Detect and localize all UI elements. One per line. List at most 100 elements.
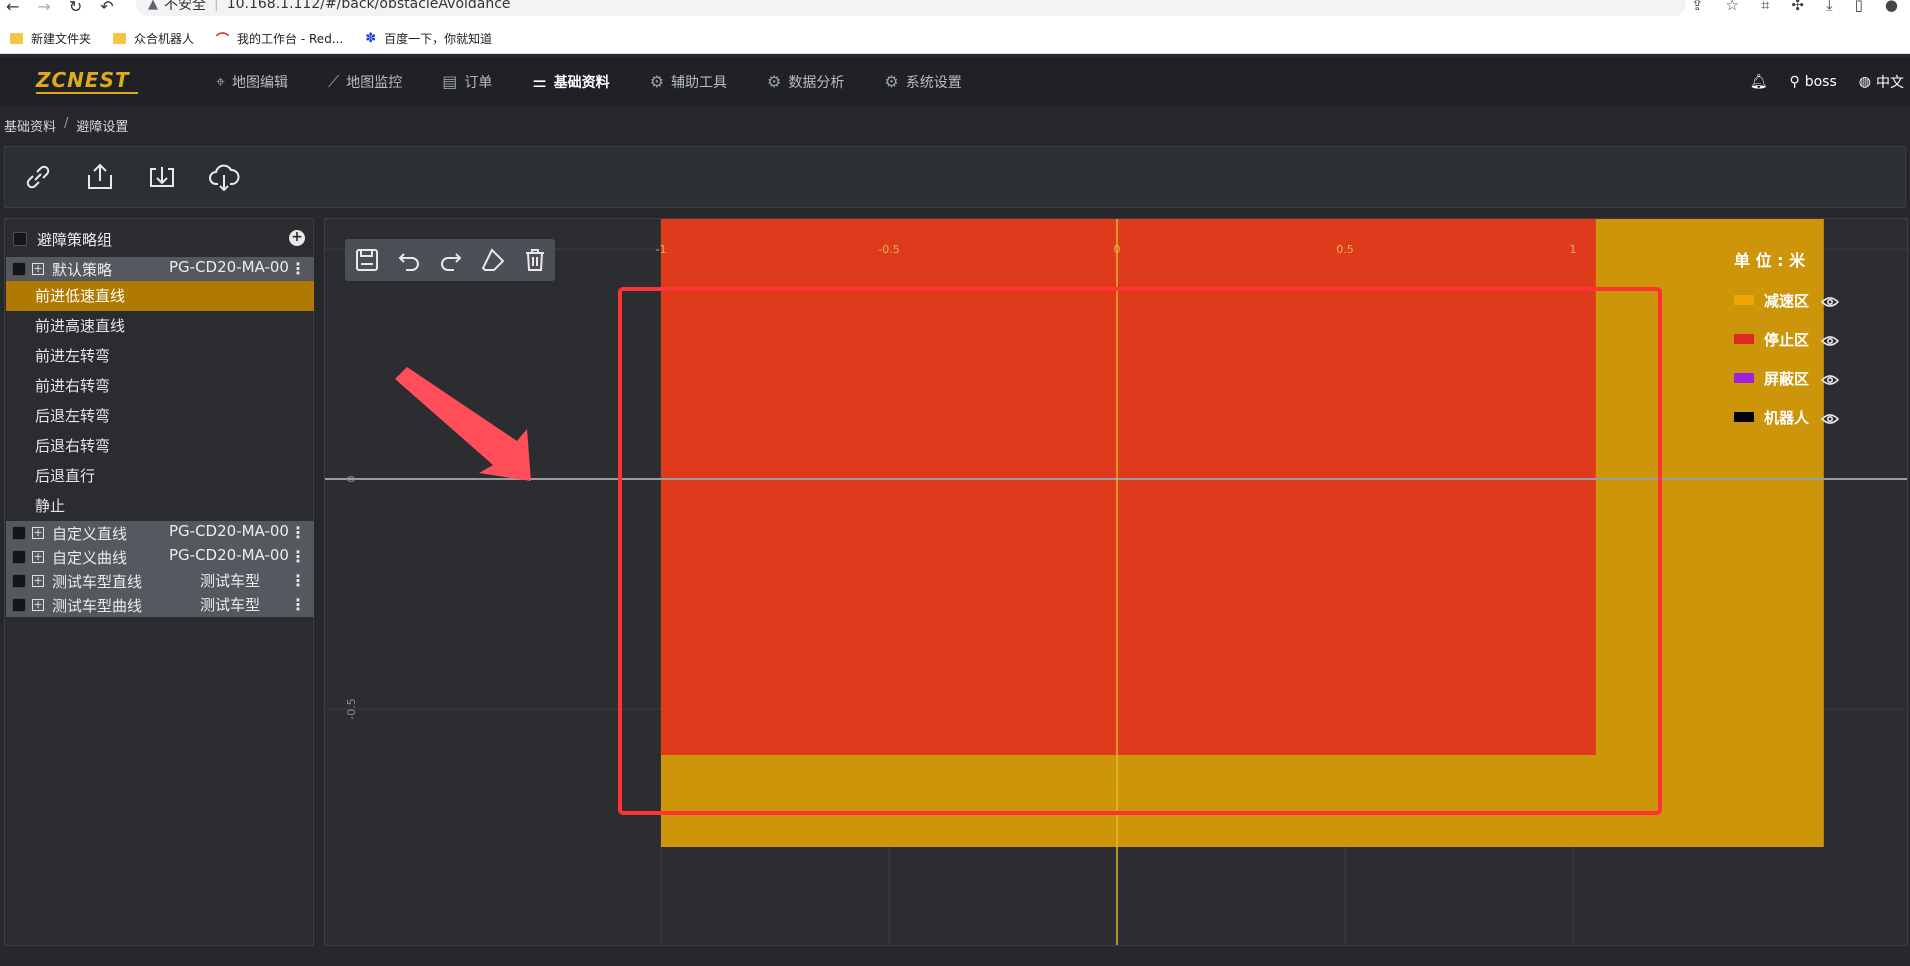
user-menu[interactable]: ⚲ boss (1789, 74, 1836, 90)
breadcrumb-item[interactable]: 基础资料 (4, 116, 56, 135)
strategy-panel: 避障策略组 + + 默认策略 PG-CD20-MA-001 ⋮ 前进低速直线 前… (4, 218, 314, 946)
group-checkbox[interactable] (12, 574, 26, 588)
line-chart-icon: ⟋ (328, 71, 340, 91)
expand-icon[interactable]: + (32, 599, 44, 611)
more-icon[interactable]: ⋮ (290, 572, 306, 590)
url-text[interactable]: 10.168.1.112/#/back/obstacleAvoidance (227, 0, 511, 12)
strategy-group-row[interactable]: + 测试车型曲线 测试车型 ⋮ (6, 593, 314, 617)
gear-icon: ⚙ (884, 72, 899, 91)
link-button[interactable] (21, 160, 55, 194)
bell-icon[interactable]: 🔔︎ (1750, 74, 1768, 90)
group-name: 默认策略 (52, 260, 113, 279)
export-button[interactable] (83, 160, 117, 194)
save-button[interactable] (353, 246, 381, 274)
legend-swatch (1734, 295, 1754, 305)
expand-icon[interactable]: + (32, 575, 44, 587)
x-tick-label: -1 (656, 243, 667, 256)
expand-icon[interactable]: + (32, 263, 44, 275)
nav-settings[interactable]: ⚙ 系统设置 (884, 72, 961, 92)
eye-icon[interactable] (1820, 372, 1840, 385)
strategy-group-row[interactable]: + 测试车型直线 测试车型 ⋮ (6, 569, 314, 593)
language-menu[interactable]: ◍ 中文 (1859, 72, 1904, 92)
expand-icon[interactable]: + (32, 551, 44, 563)
legend-item[interactable]: 机器人 (1734, 406, 1840, 428)
more-icon[interactable]: ⋮ (290, 548, 306, 566)
obstacle-canvas[interactable]: -1-0.500.510.50-0.5 单 位 : 米 减速区 停止区 (324, 218, 1908, 946)
history-icon[interactable]: ↶ (100, 0, 113, 18)
eraser-button[interactable] (479, 246, 507, 274)
extension-icon[interactable]: ✣ (1791, 0, 1804, 14)
expand-icon[interactable]: + (32, 527, 44, 539)
legend-label: 机器人 (1764, 408, 1810, 427)
forward-icon[interactable]: → (37, 0, 50, 18)
bookmark-item[interactable]: ✽ 百度一下，你就知道 (365, 30, 492, 47)
strategy-group-row[interactable]: + 自定义直线 PG-CD20-MA-001 ⋮ (6, 521, 314, 564)
more-icon[interactable]: ⋮ (290, 260, 306, 278)
undo-icon (398, 253, 419, 271)
eye-icon[interactable] (1820, 333, 1840, 346)
more-icon[interactable]: ⋮ (290, 596, 306, 614)
x-tick-label: 0 (1114, 243, 1121, 256)
bookmark-item[interactable]: 众合机器人 (113, 30, 194, 47)
bookmark-item[interactable]: ⌒ 我的工作台 - Red... (216, 29, 343, 48)
star-icon[interactable]: ☆ (1726, 0, 1739, 14)
strategy-group-row[interactable]: + 默认策略 PG-CD20-MA-001 ⋮ (6, 257, 314, 300)
browser-toolbar: ← → ↻ ↶ ▲ 不安全 | 10.168.1.112/#/back/obst… (0, 0, 1910, 24)
nav-map-monitor[interactable]: ⟋ 地图监控 (328, 72, 402, 92)
app-logo[interactable]: ZCNEST (36, 68, 138, 94)
redmine-icon: ⌒ (216, 33, 230, 48)
bookmark-label: 我的工作台 - Red... (237, 32, 344, 46)
group-checkbox[interactable] (12, 598, 26, 612)
strategy-item[interactable]: 前进右转弯 (6, 371, 314, 401)
redo-button[interactable] (437, 246, 465, 274)
crop-icon[interactable]: ⌗ (1761, 0, 1769, 14)
strategy-item[interactable]: 后退左转弯 (6, 401, 314, 431)
add-group-button[interactable]: + (289, 230, 305, 246)
strategy-group-row[interactable]: + 自定义曲线 PG-CD20-MA-001 ⋮ (6, 545, 314, 588)
reload-icon[interactable]: ↻ (69, 0, 82, 18)
group-checkbox[interactable] (12, 262, 26, 276)
group-name: 自定义曲线 (52, 548, 128, 567)
breadcrumb: 基础资料 / 避障设置 (4, 116, 128, 135)
group-checkbox[interactable] (12, 550, 26, 564)
sidebar-icon[interactable]: ▯ (1855, 0, 1863, 14)
header-right: 🔔︎ ⚲ boss ◍ 中文 (1750, 57, 1910, 106)
strategy-item[interactable]: 前进低速直线 (6, 281, 314, 311)
share-icon[interactable]: ⇪ (1691, 0, 1704, 14)
strategy-item[interactable]: 后退右转弯 (6, 431, 314, 461)
nav-basic-data[interactable]: ⚌ 基础资料 (532, 72, 609, 92)
strategy-item[interactable]: 后退直行 (6, 461, 314, 491)
select-all-checkbox[interactable] (13, 232, 27, 246)
legend-item[interactable]: 减速区 (1734, 289, 1840, 311)
strategy-item[interactable]: 前进高速直线 (6, 311, 314, 341)
import-button[interactable] (145, 160, 179, 194)
legend-item[interactable]: 停止区 (1734, 328, 1840, 350)
eye-icon[interactable] (1820, 411, 1840, 424)
cloud-download-button[interactable] (207, 160, 241, 194)
delete-button[interactable] (521, 246, 549, 274)
x-tick-label: 0.5 (1336, 243, 1354, 256)
nav-analytics[interactable]: ⚙ 数据分析 (767, 72, 844, 92)
eye-icon[interactable] (1820, 294, 1840, 307)
nav-tools[interactable]: ⚙ 辅助工具 (650, 72, 727, 92)
back-icon[interactable]: ← (6, 0, 19, 18)
zone-chart[interactable]: -1-0.500.510.50-0.5 (325, 219, 1908, 946)
breadcrumb-separator: / (64, 116, 69, 131)
nav-map-edit[interactable]: ⌖ 地图编辑 (216, 72, 288, 92)
address-bar[interactable]: ▲ 不安全 | 10.168.1.112/#/back/obstacleAvoi… (136, 0, 1686, 16)
bookmark-item[interactable]: 新建文件夹 (10, 30, 91, 47)
more-icon[interactable]: ⋮ (290, 524, 306, 542)
legend-item[interactable]: 屏蔽区 (1734, 367, 1840, 389)
nav-orders[interactable]: ▤ 订单 (442, 72, 492, 92)
profile-icon[interactable]: ● (1885, 0, 1898, 14)
legend-swatch (1734, 412, 1754, 422)
group-checkbox[interactable] (12, 526, 26, 540)
breadcrumb-item: 避障设置 (76, 120, 129, 135)
annotation-arrow (395, 367, 531, 481)
nav-label: 地图编辑 (232, 74, 289, 91)
strategy-item[interactable]: 前进左转弯 (6, 341, 314, 371)
download-icon[interactable]: ⤓ (1826, 0, 1833, 14)
undo-button[interactable] (395, 246, 423, 274)
strategy-item[interactable]: 静止 (6, 491, 314, 521)
nav-label: 订单 (464, 74, 493, 91)
